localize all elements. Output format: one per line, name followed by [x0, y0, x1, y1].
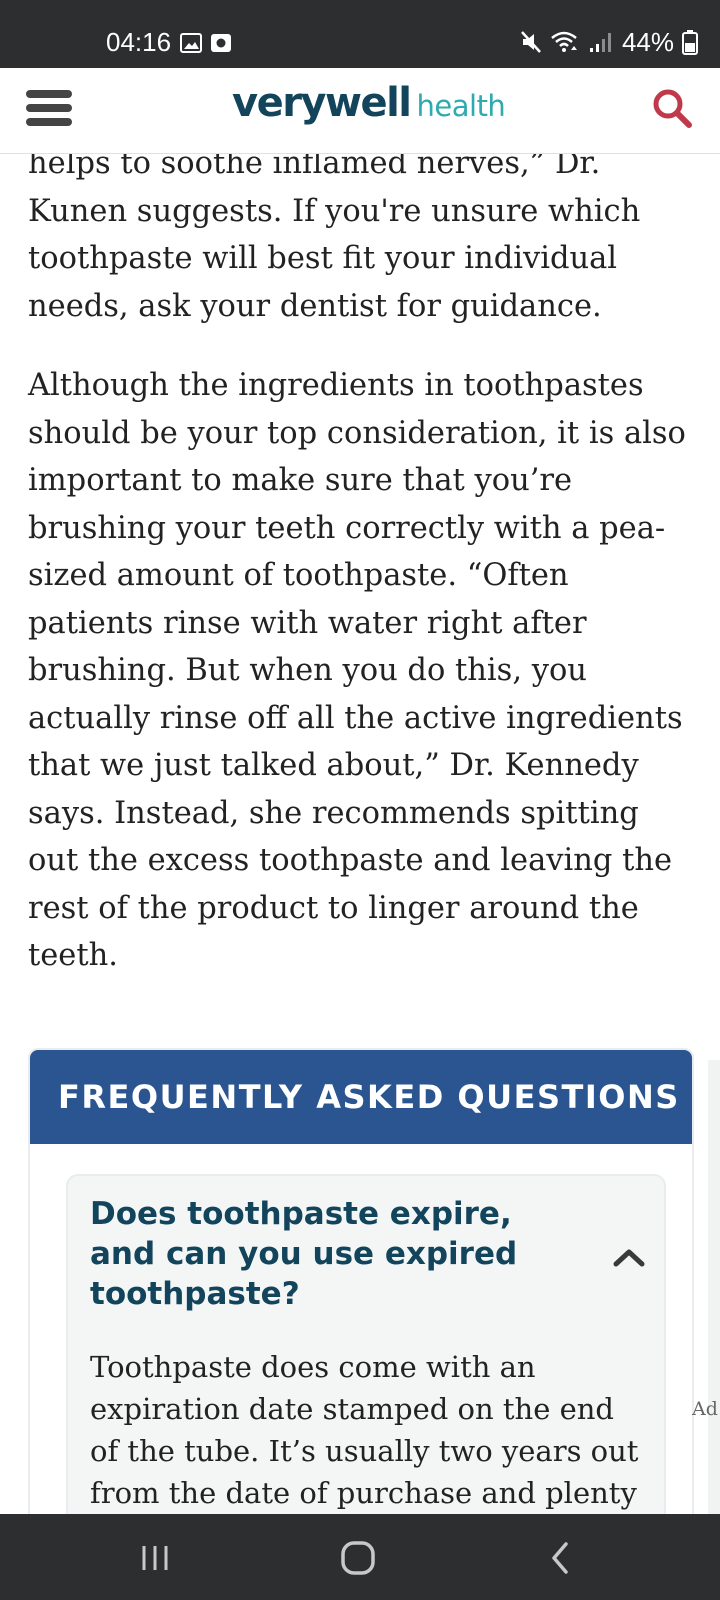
status-right-group: 44%: [520, 26, 698, 58]
ad-rail: [708, 1060, 720, 1514]
content-viewport: helps to soothe inflamed nerves,” Dr. Ku…: [0, 154, 720, 1514]
faq-title: FREQUENTLY ASKED QUESTIONS: [58, 1078, 680, 1116]
mute-icon: [521, 31, 541, 53]
recent-apps-icon[interactable]: [134, 1536, 178, 1580]
faq-question[interactable]: Does toothpaste expire, and can you use …: [90, 1194, 560, 1314]
chevron-up-icon[interactable]: [612, 1244, 646, 1272]
faq-section: FREQUENTLY ASKED QUESTIONS Does toothpas…: [28, 1048, 694, 1514]
article-paragraph: helps to soothe inflamed nerves,” Dr. Ku…: [28, 154, 641, 324]
gallery-icon: [180, 33, 202, 53]
faq-answer: Toothpaste does come with an expiration …: [90, 1350, 639, 1510]
signal-icon: [589, 33, 611, 52]
logo-primary: verywell: [232, 80, 412, 126]
status-time: 04:16: [106, 27, 172, 57]
ad-label[interactable]: Ad: [692, 1398, 718, 1420]
logo-secondary: health: [416, 89, 506, 123]
article-body: helps to soothe inflamed nerves,” Dr. Ku…: [28, 154, 698, 980]
faq-header: FREQUENTLY ASKED QUESTIONS: [30, 1050, 692, 1144]
hamburger-menu-icon[interactable]: [26, 90, 72, 132]
faq-item: Does toothpaste expire, and can you use …: [66, 1174, 666, 1514]
screen-record-icon: [211, 34, 231, 52]
search-icon[interactable]: [650, 86, 694, 130]
battery-icon: [682, 30, 698, 55]
home-icon[interactable]: [336, 1536, 380, 1580]
site-header: verywell health: [0, 68, 720, 154]
article-paragraph: Although the ingredients in toothpastes …: [28, 368, 686, 973]
wifi-icon: [551, 31, 577, 52]
site-logo[interactable]: verywell health: [232, 80, 506, 136]
battery-percent: 44%: [621, 26, 674, 57]
back-icon[interactable]: [540, 1536, 584, 1580]
status-bar: 04:16 44%: [0, 0, 720, 68]
system-nav-bar: [0, 1514, 720, 1600]
